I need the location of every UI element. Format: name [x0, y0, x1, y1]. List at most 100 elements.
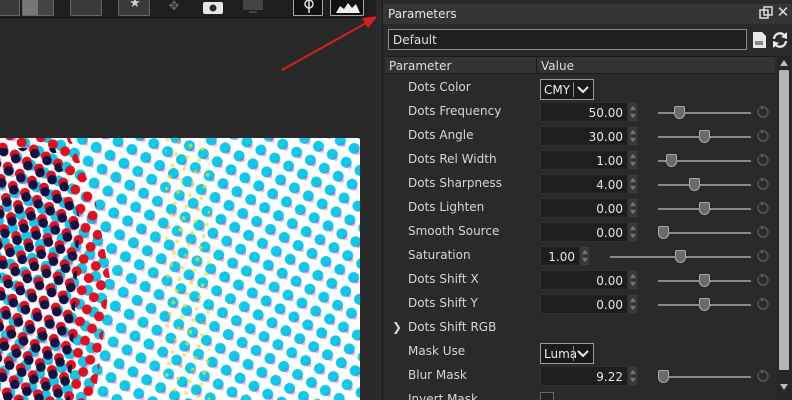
parameter-label: Dots Shift X [408, 272, 479, 286]
spin-arrows[interactable] [627, 295, 637, 313]
reset-icon[interactable] [756, 129, 770, 143]
parameter-label: Dots Angle [408, 128, 474, 142]
column-divider[interactable] [536, 57, 537, 74]
dropdown-mask-use[interactable]: Luma [540, 343, 594, 364]
parameter-label: Dots Shift RGB [408, 320, 497, 334]
slider-handle[interactable] [699, 274, 710, 287]
preset-name-field[interactable]: Default [388, 29, 747, 50]
parameter-label: Dots Frequency [408, 104, 502, 118]
parameter-label: Saturation [408, 248, 471, 262]
float-window-icon[interactable] [759, 6, 773, 20]
dropdown-value: CMY [544, 83, 571, 97]
parameter-list: Dots Color CMY Dots Frequency 50.00 Dots Ang… [386, 76, 775, 400]
parameter-row-dots-frequency: Dots Frequency 50.00 [386, 100, 775, 124]
dropdown-dots-color[interactable]: CMY [540, 79, 594, 100]
slider-handle[interactable] [658, 226, 669, 239]
column-header-value[interactable]: Value [541, 59, 574, 73]
compare-split-button[interactable] [22, 0, 54, 16]
reset-icon[interactable] [756, 297, 770, 311]
slider-handle[interactable] [658, 370, 669, 383]
pin-icon [304, 0, 314, 13]
halftone-preview-image[interactable] [0, 138, 360, 400]
value-field-dots-shift-x[interactable]: 0.00 [540, 270, 638, 290]
parameter-table-header: Parameter Value [386, 56, 775, 74]
close-icon[interactable]: ✕ [776, 5, 790, 21]
slider-handle[interactable] [675, 250, 686, 263]
slider-track[interactable] [658, 376, 751, 378]
reset-icon[interactable] [756, 201, 770, 215]
checkbox-invert-mask[interactable] [540, 392, 554, 400]
favorite-button[interactable]: ★ [118, 0, 150, 16]
reset-icon[interactable] [756, 273, 770, 287]
parameter-row-dots-shift-y: Dots Shift Y 0.00 [386, 292, 775, 316]
reset-icon[interactable] [756, 177, 770, 191]
spin-arrows[interactable] [627, 223, 637, 241]
toolbar-button-3[interactable] [70, 0, 102, 16]
value-field-dots-sharpness[interactable]: 4.00 [540, 174, 638, 194]
slider-handle[interactable] [699, 298, 710, 311]
reset-icon[interactable] [756, 369, 770, 383]
spin-arrows[interactable] [627, 199, 637, 217]
slider-handle[interactable] [689, 178, 701, 191]
column-header-parameter[interactable]: Parameter [389, 59, 451, 73]
parameter-row-smooth-source: Smooth Source 0.00 [386, 220, 775, 244]
parameter-row-dots-shift-rgb: ❯ Dots Shift RGB [386, 316, 775, 340]
parameter-label: Dots Sharpness [408, 176, 502, 190]
snapshot-button[interactable] [200, 0, 226, 16]
value-field-blur-mask[interactable]: 9.22 [540, 366, 638, 386]
spin-arrows[interactable] [627, 175, 637, 193]
parameter-row-saturation: Saturation 1.00 [386, 244, 775, 268]
pin-button[interactable] [293, 0, 323, 16]
expand-chevron-icon[interactable]: ❯ [392, 320, 402, 334]
reset-icon[interactable] [756, 153, 770, 167]
panel-title: Parameters [388, 7, 457, 21]
reset-icon[interactable] [756, 249, 770, 263]
spin-arrows[interactable] [627, 367, 637, 385]
monitor-icon [243, 0, 263, 13]
toolbar-button-1[interactable] [0, 0, 20, 16]
slider-track[interactable] [658, 232, 751, 234]
monitor-button[interactable] [240, 0, 266, 16]
value-field-dots-angle[interactable]: 30.00 [540, 126, 638, 146]
chevron-down-icon [573, 82, 589, 97]
parameter-label: Dots Lighten [408, 200, 485, 214]
spin-arrows[interactable] [627, 151, 637, 169]
value-field-dots-frequency[interactable]: 50.00 [540, 102, 638, 122]
parameter-label: Dots Rel Width [408, 152, 497, 166]
value-field-dots-lighten[interactable]: 0.00 [540, 198, 638, 218]
camera-icon [203, 2, 223, 14]
value-field-dots-shift-y[interactable]: 0.00 [540, 294, 638, 314]
parameter-label: Smooth Source [408, 224, 500, 238]
parameter-label: Invert Mask [408, 392, 478, 400]
slider-handle[interactable] [666, 154, 678, 167]
value-field-smooth-source[interactable]: 0.00 [540, 222, 638, 242]
parameter-row-dots-sharpness: Dots Sharpness 4.00 [386, 172, 775, 196]
parameter-row-dots-angle: Dots Angle 30.00 [386, 124, 775, 148]
reset-icon[interactable] [756, 105, 770, 119]
slider-handle[interactable] [699, 130, 710, 143]
scroll-up-icon[interactable] [779, 58, 789, 68]
scroll-thumb[interactable] [779, 70, 789, 370]
spin-arrows[interactable] [627, 103, 637, 121]
histogram-button[interactable] [330, 0, 364, 16]
value-field-dots-rel-width[interactable]: 1.00 [540, 150, 638, 170]
spin-arrows[interactable] [579, 247, 589, 265]
parameter-row-blur-mask: Blur Mask 9.22 [386, 364, 775, 388]
parameter-label: Mask Use [408, 344, 466, 358]
slider-track[interactable] [658, 112, 751, 114]
save-preset-icon[interactable] [751, 31, 767, 49]
move-icon[interactable]: ✥ [166, 0, 182, 16]
spin-arrows[interactable] [627, 127, 637, 145]
slider-handle[interactable] [674, 106, 686, 119]
spin-arrows[interactable] [627, 271, 637, 289]
chevron-down-icon [573, 346, 589, 361]
parameter-scrollbar[interactable] [777, 56, 791, 400]
reload-icon[interactable] [771, 30, 789, 50]
slider-handle[interactable] [699, 202, 710, 215]
slider-track[interactable] [658, 184, 751, 186]
scroll-down-icon[interactable] [779, 382, 789, 392]
reset-icon[interactable] [756, 225, 770, 239]
star-icon: ★ [129, 0, 141, 11]
parameter-row-dots-lighten: Dots Lighten 0.00 [386, 196, 775, 220]
parameter-row-dots-rel-width: Dots Rel Width 1.00 [386, 148, 775, 172]
